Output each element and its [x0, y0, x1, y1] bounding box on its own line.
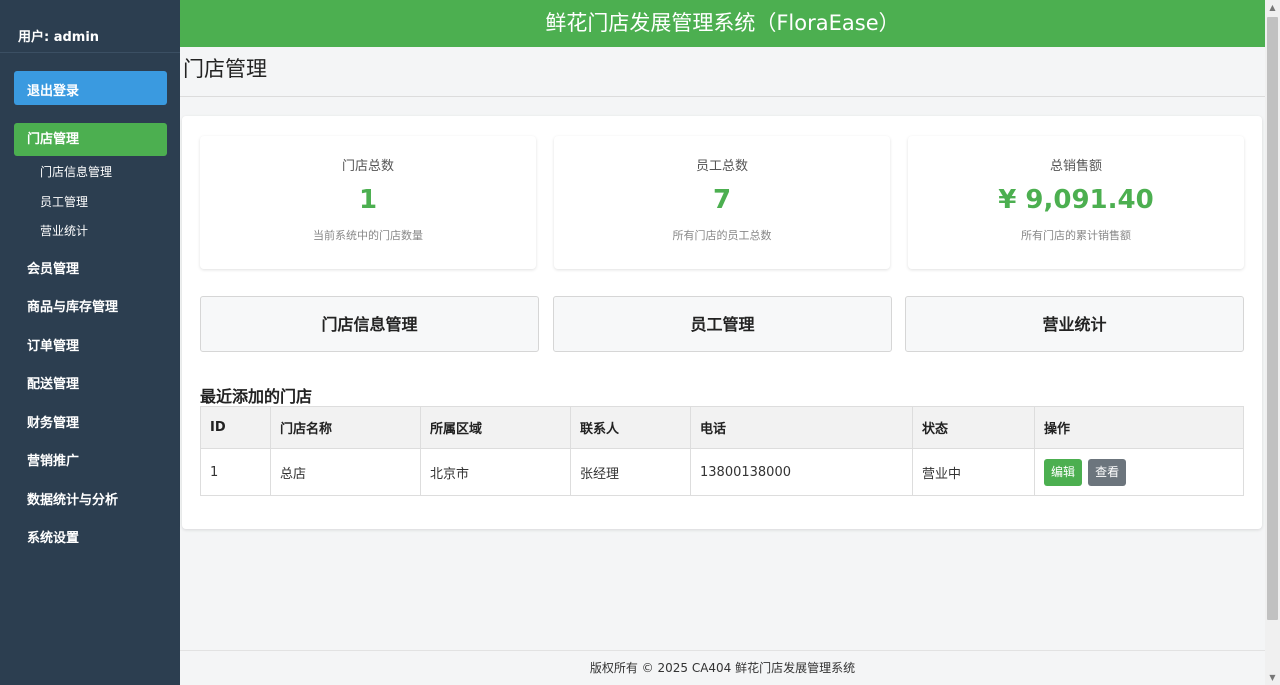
edit-button[interactable]: 编辑: [1044, 458, 1083, 486]
app-title: 鲜花门店发展管理系统（FloraEase）: [545, 11, 900, 35]
sidebar-subitem-staff[interactable]: 员工管理: [0, 188, 180, 218]
column-header-contact: 联系人: [570, 406, 691, 449]
store-info-button[interactable]: 门店信息管理: [200, 296, 539, 352]
stat-card-store-count: 门店总数 1 当前系统中的门店数量: [200, 136, 536, 269]
stat-description: 当前系统中的门店数量: [313, 229, 423, 242]
sidebar-item-delivery[interactable]: 配送管理: [0, 366, 180, 405]
stat-value: ¥ 9,091.40: [998, 185, 1154, 215]
sidebar-item-finance[interactable]: 财务管理: [0, 405, 180, 444]
sidebar-item-orders[interactable]: 订单管理: [0, 328, 180, 367]
sidebar-item-store-management[interactable]: 门店管理: [14, 123, 167, 156]
view-button[interactable]: 查看: [1088, 458, 1127, 486]
column-header-actions: 操作: [1034, 406, 1244, 449]
stat-card-staff-count: 员工总数 7 所有门店的员工总数: [554, 136, 890, 269]
table-row: 1 总店 北京市 张经理 13800138000 营业中 编辑 查看: [200, 448, 1244, 496]
cell-actions: 编辑 查看: [1034, 448, 1244, 496]
stat-label: 门店总数: [341, 159, 394, 174]
page-footer: 版权所有 © 2025 CA404 鲜花门店发展管理系统: [180, 650, 1265, 685]
cell-region: 北京市: [420, 448, 571, 496]
sidebar-subitem-store-info[interactable]: 门店信息管理: [0, 158, 180, 188]
sidebar-item-products-inventory[interactable]: 商品与库存管理: [0, 289, 180, 328]
cell-contact: 张经理: [570, 448, 691, 496]
stat-description: 所有门店的累计销售额: [1021, 229, 1131, 242]
sidebar-nav: 门店管理 门店信息管理 员工管理 营业统计 会员管理 商品与库存管理 订单管理 …: [0, 123, 180, 559]
stat-value: 1: [358, 185, 378, 215]
column-header-region: 所属区域: [420, 406, 571, 449]
column-header-name: 门店名称: [270, 406, 421, 449]
title-divider: [180, 96, 1265, 97]
table-header-row: ID 门店名称 所属区域 联系人 电话 状态 操作: [200, 406, 1244, 449]
app-header: 鲜花门店发展管理系统（FloraEase）: [180, 0, 1265, 47]
column-header-status: 状态: [912, 406, 1035, 449]
stat-label: 总销售额: [1049, 159, 1102, 174]
stat-label: 员工总数: [695, 159, 748, 174]
column-header-id: ID: [200, 406, 271, 449]
column-header-phone: 电话: [690, 406, 913, 449]
cell-id: 1: [200, 448, 271, 496]
main-panel: 门店总数 1 当前系统中的门店数量 员工总数 7 所有门店的员工总数 总销售额 …: [182, 116, 1262, 529]
cell-status: 营业中: [912, 448, 1035, 496]
staff-management-button[interactable]: 员工管理: [553, 296, 892, 352]
sidebar-item-members[interactable]: 会员管理: [0, 251, 180, 290]
sidebar-subitem-business-stats[interactable]: 营业统计: [0, 217, 180, 247]
recent-stores-title: 最近添加的门店: [200, 387, 313, 406]
stat-description: 所有门店的员工总数: [672, 229, 772, 242]
sidebar-subitems: 门店信息管理 员工管理 营业统计: [0, 156, 180, 251]
recent-stores-table: ID 门店名称 所属区域 联系人 电话 状态 操作 1 总店 北京市 张经理 1…: [200, 406, 1244, 496]
scrollbar-thumb[interactable]: [1267, 17, 1278, 620]
page-title: 门店管理: [183, 57, 267, 81]
sidebar: 用户: admin 退出登录 门店管理 门店信息管理 员工管理 营业统计 会员管…: [0, 0, 180, 685]
sidebar-item-marketing[interactable]: 营销推广: [0, 443, 180, 482]
copyright-text: 版权所有 © 2025 CA404 鲜花门店发展管理系统: [589, 661, 856, 675]
triangle-down-icon[interactable]: ▼: [1265, 670, 1280, 685]
stat-card-total-sales: 总销售额 ¥ 9,091.40 所有门店的累计销售额: [908, 136, 1244, 269]
stat-value: 7: [712, 185, 732, 215]
logout-button[interactable]: 退出登录: [14, 71, 167, 105]
sidebar-item-analytics[interactable]: 数据统计与分析: [0, 482, 180, 521]
cell-phone: 13800138000: [690, 448, 913, 496]
current-user-label: 用户: admin: [0, 0, 180, 53]
sidebar-item-settings[interactable]: 系统设置: [0, 520, 180, 559]
business-stats-button[interactable]: 营业统计: [905, 296, 1244, 352]
vertical-scrollbar[interactable]: ▲ ▼: [1265, 0, 1280, 685]
triangle-up-icon[interactable]: ▲: [1265, 0, 1280, 15]
cell-name: 总店: [270, 448, 421, 496]
